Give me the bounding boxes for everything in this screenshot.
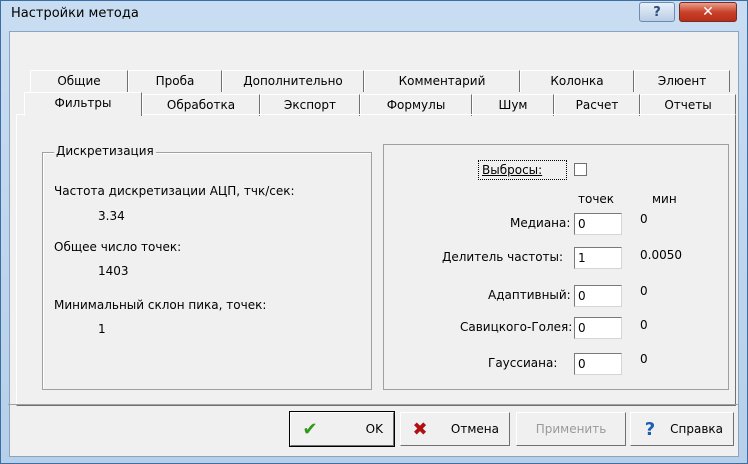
tab-additional[interactable]: Дополнительно [222,70,364,92]
ok-button[interactable]: ✔ OK [289,411,395,447]
tab-label: Комментарий [398,74,486,88]
adc-rate-label: Частота дискретизации АЦП, тчк/сек: [54,184,295,198]
tab-noise[interactable]: Шум [472,94,554,116]
tab-comment[interactable]: Комментарий [364,70,520,92]
gaussian-label: Гауссиана: [488,356,558,370]
help-icon: ? [653,4,661,20]
tab-label: Колонка [550,74,604,88]
savitzky-golay-min-value: 0 [640,318,648,332]
min-slope-value: 1 [98,322,106,336]
tab-filters[interactable]: Фильтры [24,92,142,116]
minutes-column-header: мин [652,192,677,206]
median-label: Медиана: [510,216,571,230]
tab-label: Отчеты [664,98,712,112]
help-label: Справка [670,422,723,436]
savitzky-golay-label: Савицкого-Голея: [460,320,573,334]
apply-label: Применить [535,422,607,436]
tab-export[interactable]: Экспорт [260,94,360,116]
window-title: Настройки метода [11,6,139,21]
tab-label: Проба [155,74,195,88]
tab-label: Дополнительно [243,74,343,88]
tab-label: Формулы [386,98,446,112]
tab-label: Экспорт [283,98,337,112]
close-button[interactable]: ✕ [679,2,737,22]
bottom-separator [8,404,738,405]
min-slope-label: Минимальный склон пика, точек: [54,298,267,312]
tab-label: Фильтры [54,96,112,110]
cancel-button[interactable]: ✖ Отмена [400,412,510,446]
tab-label: Расчет [575,98,619,112]
discretization-title: Дискретизация [54,144,156,158]
checkmark-icon: ✔ [302,418,318,440]
points-column-header: точек [578,192,615,206]
median-min-value: 0 [640,212,648,226]
freq-divider-min-value: 0.0050 [640,248,682,262]
apply-button[interactable]: Применить [516,412,626,446]
total-points-label: Общее число точек: [54,240,182,254]
gaussian-min-value: 0 [640,352,648,366]
tab-calculation[interactable]: Расчет [554,94,640,116]
tab-eluent[interactable]: Элюент [634,70,730,92]
adc-rate-value: 3.34 [98,209,125,223]
tab-label: Обработка [166,98,236,112]
help-title-button[interactable]: ? [639,2,675,22]
tab-label: Шум [498,98,528,112]
question-icon: ? [644,418,656,440]
adaptive-min-value: 0 [640,284,648,298]
tab-column[interactable]: Колонка [520,70,634,92]
outliers-label[interactable]: Выбросы: [482,163,542,177]
cross-icon: ✖ [412,418,428,440]
freq-divider-input[interactable]: 1 [574,247,622,269]
title-bar[interactable]: Настройки метода ? ✕ [1,1,747,31]
help-button[interactable]: ? Справка [630,412,734,446]
tab-sample[interactable]: Проба [128,70,222,92]
gaussian-input[interactable]: 0 [574,353,622,375]
adaptive-label: Адаптивный: [488,288,571,302]
tab-general[interactable]: Общие [30,70,128,92]
ok-label: OK [365,422,383,436]
median-input[interactable]: 0 [574,213,622,235]
tab-processing[interactable]: Обработка [142,94,260,116]
outliers-checkbox[interactable] [574,163,587,176]
adaptive-input[interactable]: 0 [574,285,622,307]
savitzky-golay-input[interactable]: 0 [574,317,622,339]
close-icon: ✕ [702,4,714,20]
cancel-label: Отмена [450,422,499,436]
tab-reports[interactable]: Отчеты [640,94,736,116]
tab-formulas[interactable]: Формулы [360,94,472,116]
total-points-value: 1403 [98,264,129,278]
filters-group [383,144,729,390]
tab-label: Элюент [657,74,707,88]
tab-label: Общие [57,74,101,88]
freq-divider-label: Делитель частоты: [442,250,564,264]
